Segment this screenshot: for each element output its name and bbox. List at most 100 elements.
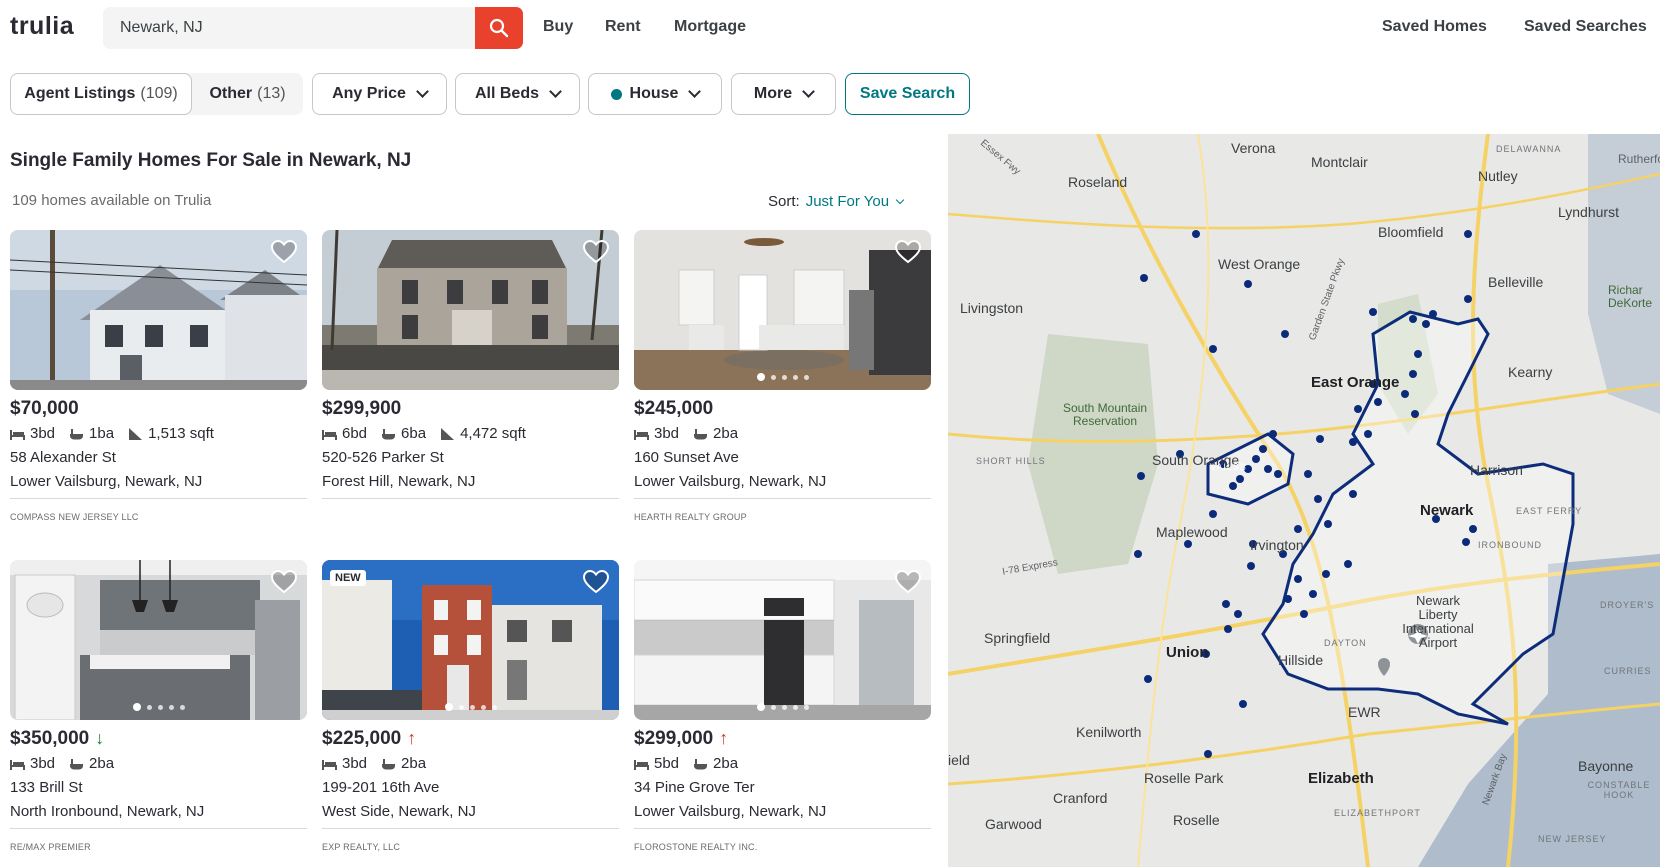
bed-icon bbox=[10, 429, 25, 440]
map-place-label: Union bbox=[1166, 644, 1209, 661]
home-type-filter[interactable]: House bbox=[588, 73, 722, 115]
listing-address[interactable]: 160 Sunset Ave bbox=[634, 449, 739, 466]
listing-photo[interactable] bbox=[10, 230, 307, 390]
price-filter-label: Any Price bbox=[332, 85, 406, 102]
listing-card[interactable]: $245,000 3bd 2ba 160 Sunset Ave Lower Va… bbox=[634, 230, 931, 530]
beds-filter-label: All Beds bbox=[474, 85, 539, 102]
listing-broker: COMPASS NEW JERSEY LLC bbox=[10, 512, 139, 522]
favorite-heart-icon[interactable] bbox=[895, 240, 921, 264]
listing-card[interactable]: $350,000 ↓ 3bd 2ba 133 Brill St North Iro… bbox=[10, 560, 307, 860]
sort-value: Just For You bbox=[805, 193, 890, 210]
other-listings-tab[interactable]: Other (13) bbox=[192, 73, 303, 115]
listing-beds: 3bd bbox=[30, 755, 56, 772]
map-place-label: Cranford bbox=[1053, 790, 1108, 806]
listing-card[interactable]: NEW $225,000 ↑ 3bd 2ba 199-201 16th Ave W… bbox=[322, 560, 619, 860]
listing-neighborhood: West Side, Newark, NJ bbox=[322, 803, 476, 820]
listing-broker: EXP REALTY, LLC bbox=[322, 842, 401, 852]
listing-card[interactable]: $299,000 ↑ 5bd 2ba 34 Pine Grove Ter Lowe… bbox=[634, 560, 931, 860]
bath-icon bbox=[382, 758, 396, 769]
listing-price: $299,000 ↑ bbox=[634, 728, 728, 750]
results-map[interactable]: Verona Montclair Roseland Nutley Bloomfi… bbox=[948, 134, 1660, 867]
listing-sqft: 4,472 sqft bbox=[460, 425, 526, 442]
home-type-filter-label: House bbox=[629, 85, 679, 102]
listing-beds: 5bd bbox=[654, 755, 680, 772]
listing-address[interactable]: 199-201 16th Ave bbox=[322, 779, 439, 796]
price-filter[interactable]: Any Price bbox=[312, 73, 447, 115]
favorite-heart-icon[interactable] bbox=[271, 570, 297, 594]
listing-card[interactable]: $70,000 3bd 1ba 1,513 sqft 58 Alexander … bbox=[10, 230, 307, 530]
nav-buy[interactable]: Buy bbox=[543, 18, 573, 36]
map-place-label: Rutherford bbox=[1618, 152, 1660, 166]
listing-neighborhood: North Ironbound, Newark, NJ bbox=[10, 803, 205, 820]
results-count: 109 homes available on Trulia bbox=[12, 192, 212, 209]
search-input[interactable] bbox=[103, 7, 475, 49]
more-filter[interactable]: More bbox=[731, 73, 836, 115]
favorite-heart-icon[interactable] bbox=[583, 240, 609, 264]
listing-photo[interactable] bbox=[10, 560, 307, 720]
search-box[interactable] bbox=[103, 7, 475, 49]
listing-photo[interactable] bbox=[322, 230, 619, 390]
listing-photo[interactable] bbox=[634, 230, 931, 390]
map-place-label: Bayonne bbox=[1578, 758, 1634, 774]
listing-baths: 2ba bbox=[713, 755, 739, 772]
listing-specs: 6bd 6ba 4,472 sqft bbox=[322, 425, 526, 442]
card-divider bbox=[322, 498, 619, 499]
listing-address[interactable]: 133 Brill St bbox=[10, 779, 83, 796]
map-place-label: Garwood bbox=[985, 816, 1042, 832]
favorite-heart-icon[interactable] bbox=[895, 570, 921, 594]
beds-filter[interactable]: All Beds bbox=[455, 73, 580, 115]
favorite-heart-icon[interactable] bbox=[583, 570, 609, 594]
favorite-heart-icon[interactable] bbox=[271, 240, 297, 264]
listing-photo[interactable] bbox=[634, 560, 931, 720]
photo-carousel-dots[interactable] bbox=[756, 703, 809, 711]
photo-carousel-dots[interactable] bbox=[132, 703, 185, 711]
map-place-label: ield bbox=[948, 752, 970, 768]
agent-listings-tab[interactable]: Agent Listings (109) bbox=[10, 73, 192, 115]
map-place-label: SHORT HILLS bbox=[976, 456, 1046, 466]
listing-baths: 2ba bbox=[713, 425, 739, 442]
nav-mortgage[interactable]: Mortgage bbox=[674, 18, 746, 36]
listing-address[interactable]: 34 Pine Grove Ter bbox=[634, 779, 755, 796]
listing-neighborhood: Lower Vailsburg, Newark, NJ bbox=[10, 473, 203, 490]
listing-price: $299,900 bbox=[322, 398, 402, 419]
listing-address[interactable]: 520-526 Parker St bbox=[322, 449, 444, 466]
listing-photo[interactable]: NEW bbox=[322, 560, 619, 720]
listing-broker: RE/MAX PREMIER bbox=[10, 842, 91, 852]
bed-icon bbox=[322, 429, 337, 440]
saved-searches-link[interactable]: Saved Searches bbox=[1524, 18, 1647, 36]
map-place-label: Roselle bbox=[1173, 812, 1220, 828]
map-canvas[interactable] bbox=[948, 134, 1660, 867]
bed-icon bbox=[634, 429, 649, 440]
search-button[interactable] bbox=[475, 7, 523, 49]
sort-dropdown[interactable]: Sort: Just For You bbox=[768, 193, 905, 210]
map-place-label: Hillside bbox=[1278, 652, 1324, 668]
other-listings-label: Other bbox=[209, 85, 253, 102]
listing-price: $225,000 ↑ bbox=[322, 728, 416, 750]
saved-homes-link[interactable]: Saved Homes bbox=[1382, 18, 1487, 36]
save-search-button[interactable]: Save Search bbox=[845, 73, 970, 115]
map-place-label: VAILSB bbox=[1210, 462, 1247, 472]
map-place-label: Lyndhurst bbox=[1558, 204, 1619, 220]
listing-address[interactable]: 58 Alexander St bbox=[10, 449, 116, 466]
map-place-label: IRONBOUND bbox=[1478, 540, 1543, 550]
active-filter-dot-icon bbox=[610, 88, 622, 100]
listing-neighborhood: Lower Vailsburg, Newark, NJ bbox=[634, 473, 827, 490]
new-badge: NEW bbox=[330, 570, 366, 586]
listing-card[interactable]: $299,900 6bd 6ba 4,472 sqft 520-526 Park… bbox=[322, 230, 619, 530]
nav-rent[interactable]: Rent bbox=[605, 18, 641, 36]
map-place-label: Harrison bbox=[1470, 462, 1523, 478]
chevron-down-icon bbox=[802, 85, 815, 98]
trulia-logo[interactable]: trulia bbox=[10, 12, 74, 41]
listing-sqft: 1,513 sqft bbox=[148, 425, 214, 442]
map-place-label: DAYTON bbox=[1324, 638, 1367, 648]
listing-neighborhood: Forest Hill, Newark, NJ bbox=[322, 473, 476, 490]
listing-specs: 3bd 1ba 1,513 sqft bbox=[10, 425, 214, 442]
map-place-label: Roselle Park bbox=[1144, 770, 1224, 786]
bath-icon bbox=[70, 758, 84, 769]
listing-price-value: $225,000 bbox=[322, 728, 402, 749]
results-title: Single Family Homes For Sale in Newark, … bbox=[10, 150, 412, 171]
map-place-label: East Orange bbox=[1311, 374, 1400, 391]
photo-carousel-dots[interactable] bbox=[756, 373, 809, 381]
photo-carousel-dots[interactable] bbox=[444, 703, 497, 711]
map-place-label: EAST FERRY bbox=[1516, 506, 1583, 516]
